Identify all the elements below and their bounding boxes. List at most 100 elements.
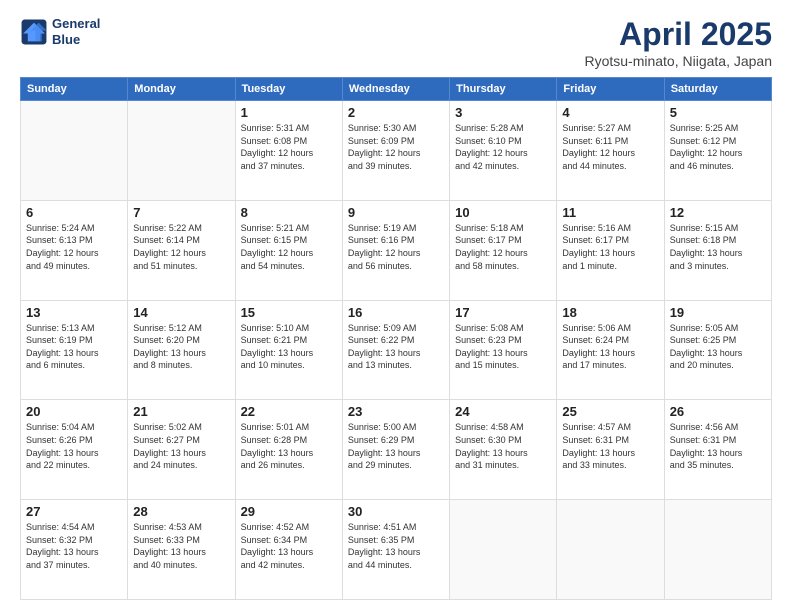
day-number: 7 bbox=[133, 205, 229, 220]
calendar-cell: 2 Sunrise: 5:30 AM Sunset: 6:09 PM Daylig… bbox=[342, 101, 449, 201]
calendar-cell bbox=[664, 500, 771, 600]
calendar-week-row: 13 Sunrise: 5:13 AM Sunset: 6:19 PM Dayli… bbox=[21, 300, 772, 400]
calendar-cell bbox=[450, 500, 557, 600]
logo-icon bbox=[20, 18, 48, 46]
cell-info: Sunrise: 5:27 AM Sunset: 6:11 PM Dayligh… bbox=[562, 122, 658, 172]
calendar-week-row: 27 Sunrise: 4:54 AM Sunset: 6:32 PM Dayli… bbox=[21, 500, 772, 600]
day-number: 11 bbox=[562, 205, 658, 220]
weekday-header: Saturday bbox=[664, 78, 771, 101]
cell-info: Sunrise: 5:12 AM Sunset: 6:20 PM Dayligh… bbox=[133, 322, 229, 372]
cell-info: Sunrise: 5:25 AM Sunset: 6:12 PM Dayligh… bbox=[670, 122, 766, 172]
cell-info: Sunrise: 5:24 AM Sunset: 6:13 PM Dayligh… bbox=[26, 222, 122, 272]
day-number: 1 bbox=[241, 105, 337, 120]
day-number: 8 bbox=[241, 205, 337, 220]
main-title: April 2025 bbox=[584, 16, 772, 53]
day-number: 20 bbox=[26, 404, 122, 419]
weekday-header: Friday bbox=[557, 78, 664, 101]
cell-info: Sunrise: 4:54 AM Sunset: 6:32 PM Dayligh… bbox=[26, 521, 122, 571]
calendar-cell: 9 Sunrise: 5:19 AM Sunset: 6:16 PM Daylig… bbox=[342, 200, 449, 300]
day-number: 6 bbox=[26, 205, 122, 220]
day-number: 2 bbox=[348, 105, 444, 120]
calendar-cell: 17 Sunrise: 5:08 AM Sunset: 6:23 PM Dayli… bbox=[450, 300, 557, 400]
cell-info: Sunrise: 4:51 AM Sunset: 6:35 PM Dayligh… bbox=[348, 521, 444, 571]
day-number: 21 bbox=[133, 404, 229, 419]
cell-info: Sunrise: 5:06 AM Sunset: 6:24 PM Dayligh… bbox=[562, 322, 658, 372]
calendar-cell: 29 Sunrise: 4:52 AM Sunset: 6:34 PM Dayli… bbox=[235, 500, 342, 600]
cell-info: Sunrise: 5:09 AM Sunset: 6:22 PM Dayligh… bbox=[348, 322, 444, 372]
calendar-cell: 10 Sunrise: 5:18 AM Sunset: 6:17 PM Dayli… bbox=[450, 200, 557, 300]
subtitle: Ryotsu-minato, Niigata, Japan bbox=[584, 53, 772, 69]
calendar-table: SundayMondayTuesdayWednesdayThursdayFrid… bbox=[20, 77, 772, 600]
day-number: 3 bbox=[455, 105, 551, 120]
header: General Blue April 2025 Ryotsu-minato, N… bbox=[20, 16, 772, 69]
day-number: 5 bbox=[670, 105, 766, 120]
cell-info: Sunrise: 5:18 AM Sunset: 6:17 PM Dayligh… bbox=[455, 222, 551, 272]
cell-info: Sunrise: 5:04 AM Sunset: 6:26 PM Dayligh… bbox=[26, 421, 122, 471]
cell-info: Sunrise: 5:16 AM Sunset: 6:17 PM Dayligh… bbox=[562, 222, 658, 272]
cell-info: Sunrise: 5:02 AM Sunset: 6:27 PM Dayligh… bbox=[133, 421, 229, 471]
calendar-cell: 16 Sunrise: 5:09 AM Sunset: 6:22 PM Dayli… bbox=[342, 300, 449, 400]
day-number: 29 bbox=[241, 504, 337, 519]
day-number: 25 bbox=[562, 404, 658, 419]
cell-info: Sunrise: 4:53 AM Sunset: 6:33 PM Dayligh… bbox=[133, 521, 229, 571]
day-number: 17 bbox=[455, 305, 551, 320]
weekday-header: Monday bbox=[128, 78, 235, 101]
cell-info: Sunrise: 5:30 AM Sunset: 6:09 PM Dayligh… bbox=[348, 122, 444, 172]
day-number: 28 bbox=[133, 504, 229, 519]
calendar-cell bbox=[557, 500, 664, 600]
calendar-cell: 1 Sunrise: 5:31 AM Sunset: 6:08 PM Daylig… bbox=[235, 101, 342, 201]
calendar-cell: 21 Sunrise: 5:02 AM Sunset: 6:27 PM Dayli… bbox=[128, 400, 235, 500]
cell-info: Sunrise: 5:31 AM Sunset: 6:08 PM Dayligh… bbox=[241, 122, 337, 172]
weekday-header: Sunday bbox=[21, 78, 128, 101]
cell-info: Sunrise: 4:52 AM Sunset: 6:34 PM Dayligh… bbox=[241, 521, 337, 571]
day-number: 16 bbox=[348, 305, 444, 320]
calendar-cell bbox=[21, 101, 128, 201]
day-number: 18 bbox=[562, 305, 658, 320]
day-number: 23 bbox=[348, 404, 444, 419]
calendar-cell: 20 Sunrise: 5:04 AM Sunset: 6:26 PM Dayli… bbox=[21, 400, 128, 500]
cell-info: Sunrise: 5:15 AM Sunset: 6:18 PM Dayligh… bbox=[670, 222, 766, 272]
calendar-cell: 14 Sunrise: 5:12 AM Sunset: 6:20 PM Dayli… bbox=[128, 300, 235, 400]
cell-info: Sunrise: 5:00 AM Sunset: 6:29 PM Dayligh… bbox=[348, 421, 444, 471]
calendar-cell: 7 Sunrise: 5:22 AM Sunset: 6:14 PM Daylig… bbox=[128, 200, 235, 300]
day-number: 15 bbox=[241, 305, 337, 320]
calendar-cell: 22Sunrise: 5:01 AM Sunset: 6:28 PM Dayli… bbox=[235, 400, 342, 500]
day-number: 4 bbox=[562, 105, 658, 120]
logo-text: General Blue bbox=[52, 16, 100, 47]
cell-info: Sunrise: 5:08 AM Sunset: 6:23 PM Dayligh… bbox=[455, 322, 551, 372]
calendar-cell: 13 Sunrise: 5:13 AM Sunset: 6:19 PM Dayli… bbox=[21, 300, 128, 400]
cell-info: Sunrise: 5:13 AM Sunset: 6:19 PM Dayligh… bbox=[26, 322, 122, 372]
day-number: 27 bbox=[26, 504, 122, 519]
calendar-cell: 27 Sunrise: 4:54 AM Sunset: 6:32 PM Dayli… bbox=[21, 500, 128, 600]
cell-info: Sunrise: 4:58 AM Sunset: 6:30 PM Dayligh… bbox=[455, 421, 551, 471]
cell-info: Sunrise: 5:05 AM Sunset: 6:25 PM Dayligh… bbox=[670, 322, 766, 372]
calendar-cell: 6 Sunrise: 5:24 AM Sunset: 6:13 PM Daylig… bbox=[21, 200, 128, 300]
calendar-header-row: SundayMondayTuesdayWednesdayThursdayFrid… bbox=[21, 78, 772, 101]
calendar-cell: 26 Sunrise: 4:56 AM Sunset: 6:31 PM Dayli… bbox=[664, 400, 771, 500]
day-number: 10 bbox=[455, 205, 551, 220]
calendar-cell: 18 Sunrise: 5:06 AM Sunset: 6:24 PM Dayli… bbox=[557, 300, 664, 400]
calendar-cell: 4 Sunrise: 5:27 AM Sunset: 6:11 PM Daylig… bbox=[557, 101, 664, 201]
cell-info: Sunrise: 5:19 AM Sunset: 6:16 PM Dayligh… bbox=[348, 222, 444, 272]
calendar-cell: 8Sunrise: 5:21 AM Sunset: 6:15 PM Daylig… bbox=[235, 200, 342, 300]
calendar-body: 1 Sunrise: 5:31 AM Sunset: 6:08 PM Daylig… bbox=[21, 101, 772, 600]
weekday-header: Wednesday bbox=[342, 78, 449, 101]
day-number: 30 bbox=[348, 504, 444, 519]
day-number: 26 bbox=[670, 404, 766, 419]
cell-info: Sunrise: 5:22 AM Sunset: 6:14 PM Dayligh… bbox=[133, 222, 229, 272]
calendar-cell: 25 Sunrise: 4:57 AM Sunset: 6:31 PM Dayli… bbox=[557, 400, 664, 500]
calendar-cell bbox=[128, 101, 235, 201]
cell-info: Sunrise: 4:56 AM Sunset: 6:31 PM Dayligh… bbox=[670, 421, 766, 471]
cell-info: Sunrise: 4:57 AM Sunset: 6:31 PM Dayligh… bbox=[562, 421, 658, 471]
day-number: 14 bbox=[133, 305, 229, 320]
calendar-week-row: 1 Sunrise: 5:31 AM Sunset: 6:08 PM Daylig… bbox=[21, 101, 772, 201]
logo: General Blue bbox=[20, 16, 100, 47]
day-number: 9 bbox=[348, 205, 444, 220]
calendar-week-row: 20 Sunrise: 5:04 AM Sunset: 6:26 PM Dayli… bbox=[21, 400, 772, 500]
calendar-cell: 24Sunrise: 4:58 AM Sunset: 6:30 PM Dayli… bbox=[450, 400, 557, 500]
weekday-header: Thursday bbox=[450, 78, 557, 101]
cell-info: Sunrise: 5:28 AM Sunset: 6:10 PM Dayligh… bbox=[455, 122, 551, 172]
calendar-cell: 28 Sunrise: 4:53 AM Sunset: 6:33 PM Dayli… bbox=[128, 500, 235, 600]
calendar-cell: 19Sunrise: 5:05 AM Sunset: 6:25 PM Dayli… bbox=[664, 300, 771, 400]
day-number: 13 bbox=[26, 305, 122, 320]
